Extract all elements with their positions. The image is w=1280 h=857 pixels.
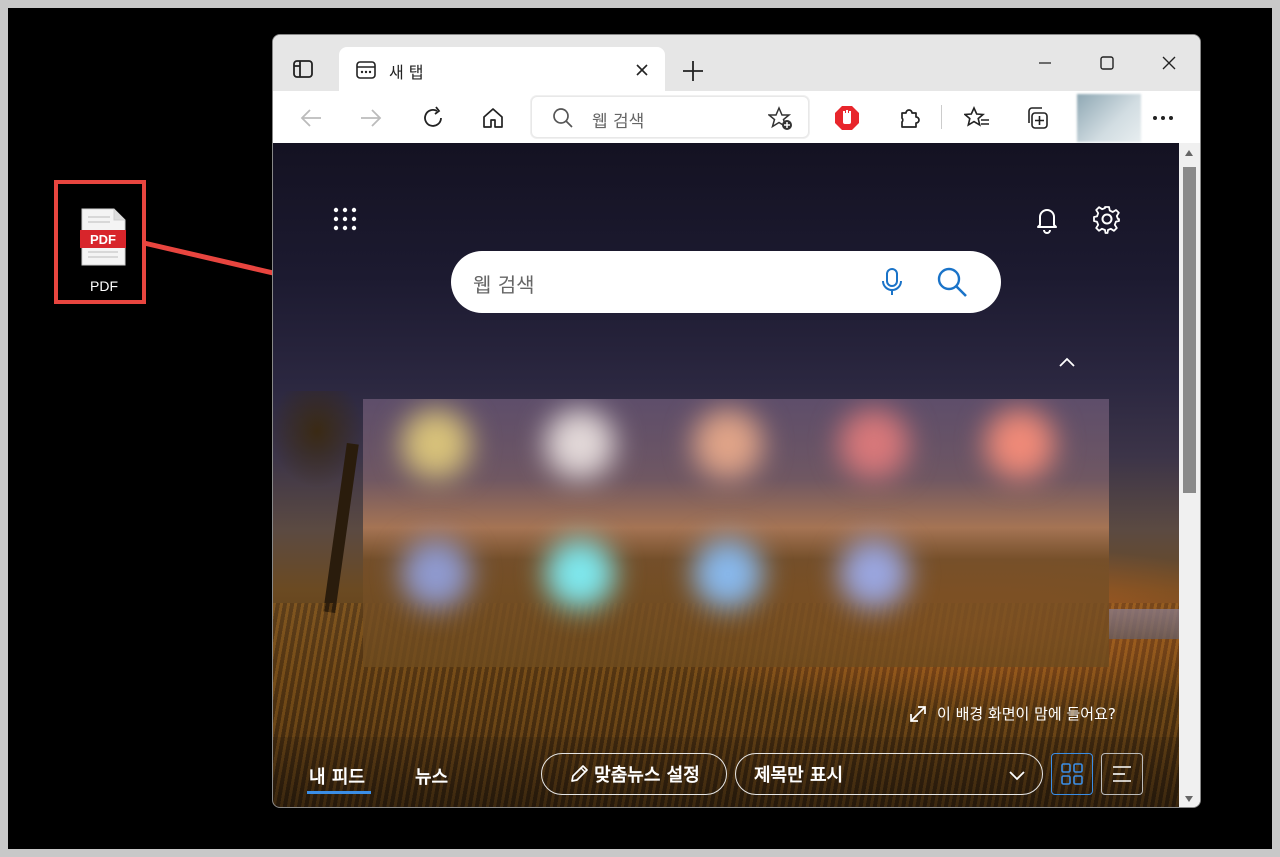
new-tab-favicon (356, 61, 376, 79)
quick-link-tile[interactable] (545, 409, 615, 479)
search-icon[interactable] (935, 265, 969, 299)
navigation-toolbar: 웹 검색 (273, 91, 1200, 144)
list-view-icon (1113, 766, 1131, 782)
scroll-up-icon[interactable] (1184, 149, 1194, 157)
favorites-icon (964, 106, 989, 127)
quick-links-blurred (363, 399, 1109, 667)
adblock-stop-hand-icon (835, 106, 859, 130)
close-icon (636, 64, 648, 76)
address-bar[interactable]: 웹 검색 (531, 96, 809, 138)
tab-title: 새 탭 (389, 63, 424, 82)
profile-avatar[interactable] (1077, 94, 1141, 142)
quick-link-tile[interactable] (985, 409, 1055, 479)
personalize-button[interactable]: 맞춤뉴스 설정 (541, 753, 727, 795)
arrow-left-icon (300, 109, 321, 127)
personalize-label: 맞춤뉴스 설정 (594, 765, 700, 786)
collections-button[interactable] (1019, 100, 1055, 136)
feed-tab-news[interactable]: 뉴스 (415, 763, 448, 789)
tab-close-button[interactable] (631, 59, 653, 81)
tab-new-tab[interactable]: 새 탭 (339, 47, 665, 91)
app-launcher-button[interactable] (331, 205, 359, 233)
home-button[interactable] (475, 100, 511, 136)
grid-view-button[interactable] (1051, 753, 1093, 795)
microphone-icon[interactable] (877, 267, 907, 297)
background-feedback-link[interactable]: 이 배경 화면이 맘에 들어요? (909, 703, 1116, 724)
browser-window: 새 탭 웹 검색 웹 검색 이 배경 화면이 맘에 들어요? 내 피드 뉴스 맞… (272, 34, 1201, 808)
pencil-icon (571, 765, 589, 782)
quick-link-tile[interactable] (401, 409, 471, 479)
toolbar-divider (941, 105, 942, 129)
new-tab-button[interactable] (677, 55, 709, 87)
extensions-button[interactable] (891, 100, 927, 136)
web-search-placeholder: 웹 검색 (473, 273, 535, 297)
feed-tab-my-feed[interactable]: 내 피드 (309, 763, 365, 789)
search-icon (553, 108, 573, 128)
feed-bar: 내 피드 뉴스 맞춤뉴스 설정 제목만 표시 (273, 737, 1179, 807)
maximize-icon (1100, 56, 1114, 70)
quick-link-tile[interactable] (839, 409, 909, 479)
back-button[interactable] (293, 100, 329, 136)
address-placeholder: 웹 검색 (592, 112, 645, 132)
tab-actions-icon (293, 60, 313, 78)
quick-link-tile[interactable] (401, 539, 471, 609)
background-feedback-text: 이 배경 화면이 맘에 들어요? (937, 705, 1116, 723)
feed-tab-active-indicator (307, 791, 371, 794)
close-window-button[interactable] (1149, 47, 1189, 79)
arrow-right-icon (361, 109, 382, 127)
refresh-button[interactable] (415, 100, 451, 136)
settings-and-more-button[interactable] (1145, 100, 1181, 136)
list-view-button[interactable] (1101, 753, 1143, 795)
collapse-chevron-up-icon[interactable] (1055, 351, 1079, 375)
quick-link-tile[interactable] (839, 539, 909, 609)
minimize-icon (1039, 62, 1051, 64)
plus-icon (683, 61, 703, 81)
background-water (1109, 609, 1179, 639)
page-settings-button[interactable] (1091, 203, 1123, 235)
expand-icon (910, 705, 926, 722)
collections-icon (1028, 107, 1048, 129)
tab-bar: 새 탭 (273, 35, 1200, 91)
apps-grid-icon (333, 207, 357, 231)
gear-icon (1093, 206, 1120, 234)
home-icon (483, 108, 503, 128)
quick-link-tile[interactable] (693, 409, 763, 479)
add-favorite-icon[interactable] (768, 106, 794, 132)
more-icon (1153, 116, 1173, 120)
new-tab-page: 웹 검색 이 배경 화면이 맘에 들어요? 내 피드 뉴스 맞춤뉴스 설정 제목… (273, 143, 1179, 807)
grid-view-icon (1061, 763, 1083, 785)
close-icon (1162, 56, 1176, 70)
scrollbar-thumb[interactable] (1183, 167, 1196, 493)
bell-icon (1037, 209, 1057, 234)
adblock-extension-button[interactable] (829, 100, 865, 136)
quick-link-tile[interactable] (693, 539, 763, 609)
refresh-icon (424, 106, 442, 127)
web-search-box[interactable]: 웹 검색 (451, 251, 1001, 313)
favorites-button[interactable] (959, 100, 995, 136)
page-scrollbar[interactable] (1179, 143, 1200, 807)
scroll-down-icon[interactable] (1184, 795, 1194, 803)
chevron-down-icon (1009, 771, 1025, 781)
puzzle-icon (901, 109, 920, 128)
tab-actions-button[interactable] (289, 55, 317, 83)
maximize-button[interactable] (1087, 47, 1127, 79)
minimize-button[interactable] (1025, 47, 1065, 79)
notifications-button[interactable] (1031, 203, 1063, 235)
layout-select[interactable]: 제목만 표시 (735, 753, 1043, 795)
forward-button[interactable] (353, 100, 389, 136)
quick-link-tile[interactable] (545, 539, 615, 609)
layout-select-value: 제목만 표시 (754, 765, 844, 786)
